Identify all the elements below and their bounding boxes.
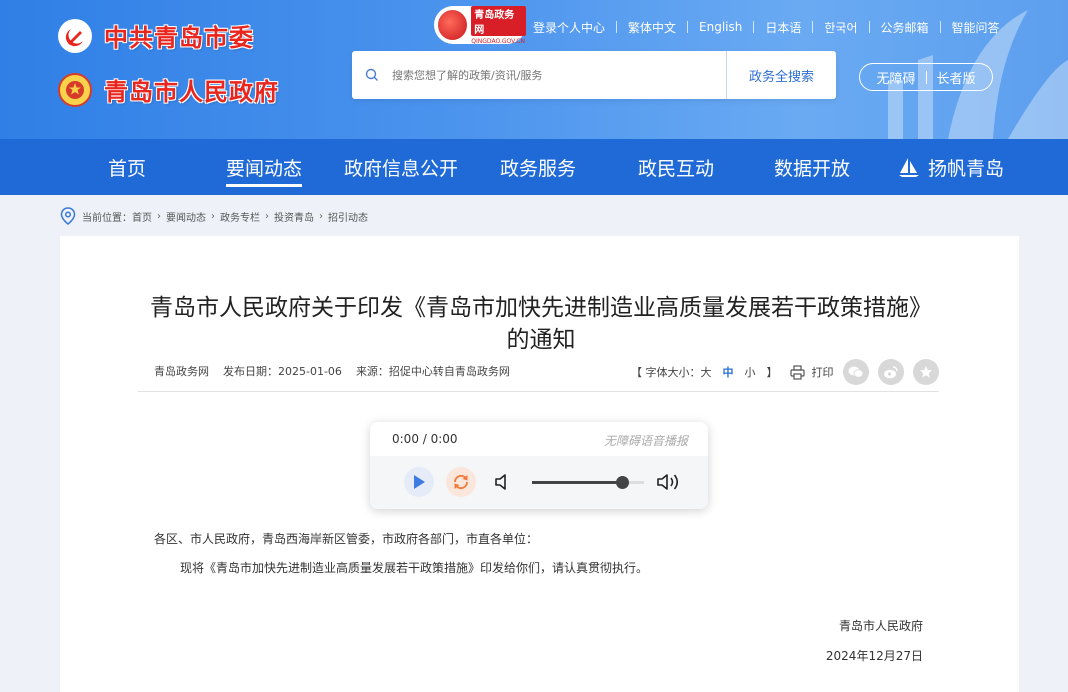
sign-date: 2024年12月27日 [825,649,923,663]
favorite-button[interactable] [912,359,939,385]
nav-gov-info[interactable]: 政府信息公开 [344,139,458,195]
print-button[interactable]: 打印 [789,364,834,380]
traditional-chinese-link[interactable]: 繁体中文 [617,19,687,36]
article-site: 青岛政务网 [154,365,209,378]
chevron-right-icon: › [319,210,323,222]
breadcrumb-prefix: 当前位置： [82,212,132,224]
smart-qa-link[interactable]: 智能问答 [941,19,1011,36]
loop-button[interactable] [446,467,476,497]
breadcrumb-current[interactable]: 招引动态 [328,209,368,224]
nav-label: 政务服务 [500,157,577,180]
salutation: 各区、市人民政府，青岛西海岸新区管委，市政府各部门，市直各单位： [154,532,539,546]
volume-fill [532,481,622,484]
volume-knob[interactable] [615,476,629,489]
sail-icon [899,158,919,177]
location-pin-icon [60,207,76,225]
favorite-icon [919,366,932,378]
wechat-share-button[interactable] [842,359,869,385]
breadcrumb-home[interactable]: 首页 [132,209,152,224]
japanese-link[interactable]: 日本语 [754,19,812,36]
english-link[interactable]: English [688,20,753,34]
nav-interaction[interactable]: 政民互动 [638,139,714,195]
search-icon [352,68,392,82]
wechat-icon [848,366,863,378]
article-card: 青岛市人民政府关于印发《青岛市加快先进制造业高质量发展若干政策措施》的通知 青岛… [60,236,1019,692]
party-logo[interactable]: 中共青岛市委 [58,18,254,53]
nav-yangfan-qingdao[interactable]: 扬帆青岛 [898,139,1004,195]
audio-label: 无障碍语音播报 [603,434,688,448]
breadcrumb-invest[interactable]: 投资青岛 [274,209,314,224]
top-links: 登录个人中心 繁体中文 English 日本语 한국어 公务邮箱 智能问答 [522,18,1011,36]
site-header: 中共青岛市委 青岛市人民政府 青岛政务网 QINGDAO.GOV.CN 登录个人… [0,0,1068,139]
brand-name: 青岛政务网 [471,5,526,36]
nav-home[interactable]: 首页 [108,139,146,195]
login-link[interactable]: 登录个人中心 [522,19,616,36]
search-box: 政务全搜索 [352,51,836,99]
breadcrumb-news[interactable]: 要闻动态 [166,209,206,224]
party-title: 中共青岛市委 [104,24,254,52]
article-date: 发布日期：2025-01-06 [223,365,342,378]
nav-label: 要闻动态 [226,157,303,180]
email-link[interactable]: 公务邮箱 [870,19,940,36]
font-size-close: 】 [766,366,778,379]
divider [925,70,927,84]
globe-icon [438,10,468,40]
article-meta: 青岛政务网 发布日期：2025-01-06 来源：招促中心转自青岛政务网 [154,363,524,379]
korean-link[interactable]: 한국어 [813,19,868,36]
meta-divider [138,391,939,392]
main-nav: 首页 要闻动态 政府信息公开 政务服务 政民互动 数据开放 扬帆青岛 [0,139,1068,195]
nav-label: 首页 [108,157,147,180]
brand-domain: QINGDAO.GOV.CN [471,37,526,45]
signature: 青岛市人民政府 [838,619,923,633]
nav-label: 扬帆青岛 [928,157,1005,180]
chevron-right-icon: › [265,210,269,222]
chevron-right-icon: › [157,210,161,222]
printer-icon [789,364,805,380]
weibo-share-button[interactable] [877,359,904,385]
party-emblem-icon [58,18,92,53]
chevron-right-icon: › [211,210,215,222]
nav-label: 数据开放 [774,157,851,180]
print-label: 打印 [811,366,834,379]
body-paragraph: 现将《青岛市加快先进制造业高质量发展若干政策措施》印发给你们，请认真贯彻执行。 [180,561,649,575]
article-title: 青岛市人民政府关于印发《青岛市加快先进制造业高质量发展若干政策措施》的通知 [150,295,932,353]
active-underline [226,184,303,187]
volume-button[interactable] [656,471,682,497]
article-tools: 【 字体大小： 大 中 小 】 打印 [628,359,939,385]
volume-slider[interactable] [532,476,644,489]
breadcrumb: 当前位置： 首页 › 要闻动态 › 政务专栏 › 投资青岛 › 招引动态 [60,205,368,227]
loop-icon [454,474,468,490]
font-size-small[interactable]: 小 [745,364,756,380]
play-button[interactable] [404,467,434,497]
weibo-icon [883,366,898,379]
search-input[interactable] [392,51,726,99]
elderly-mode-link[interactable]: 长者版 [937,68,976,87]
audio-player: 0:00 / 0:00 无障碍语音播报 [370,422,708,509]
speaker-mute-icon [495,474,506,490]
qingdao-gov-brand[interactable]: 青岛政务网 QINGDAO.GOV.CN [434,5,526,45]
nav-open-data[interactable]: 数据开放 [774,139,850,195]
search-button[interactable]: 政务全搜索 [726,51,836,99]
font-size-label: 【 字体大小： [631,366,701,379]
play-icon [414,475,425,489]
nav-label: 政民互动 [638,157,715,180]
font-size-large[interactable]: 大 [701,364,712,380]
nav-gov-services[interactable]: 政务服务 [500,139,576,195]
nav-news[interactable]: 要闻动态 [226,139,303,195]
font-size-medium[interactable]: 中 [723,364,734,380]
gov-logo[interactable]: 青岛市人民政府 [58,72,279,107]
accessibility-switch: 无障碍 长者版 [859,63,993,91]
gov-title: 青岛市人民政府 [104,78,279,106]
speaker-volume-icon [657,474,679,490]
font-size-control: 【 字体大小： 大 中 小 】 [628,364,778,380]
breadcrumb-column[interactable]: 政务专栏 [220,209,260,224]
audio-time: 0:00 / 0:00 [392,432,458,446]
national-emblem-icon [58,72,92,107]
accessible-mode-link[interactable]: 无障碍 [876,68,915,87]
article-source: 来源：招促中心转自青岛政务网 [355,365,510,378]
mute-button[interactable] [493,472,513,496]
nav-label: 政府信息公开 [344,157,459,180]
